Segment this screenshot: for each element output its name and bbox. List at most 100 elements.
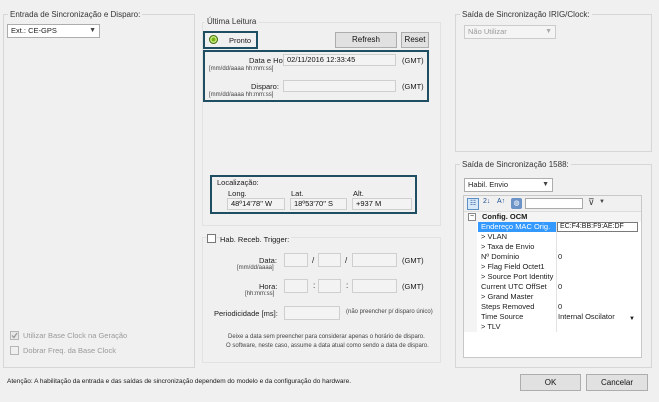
trigger-reading-field: [283, 80, 396, 92]
time-separator: :: [313, 281, 316, 290]
alt-label: Alt.: [353, 189, 364, 198]
input-sync-group-title: Entrada de Sincronização e Disparo:: [8, 10, 143, 19]
trigger-date-label: Data:: [259, 256, 277, 265]
period-field[interactable]: [284, 306, 340, 320]
period-label: Periodicidade [ms]:: [214, 309, 278, 318]
input-source-select[interactable]: Ext.: CE-GPS ▼: [7, 24, 100, 38]
grid-row-key: > VLAN: [481, 232, 508, 241]
irig-select-value: Não Utilizar: [468, 27, 507, 36]
categorized-icon[interactable]: ☷: [467, 198, 479, 210]
datetime-field: 02/11/2016 12:33:45: [283, 54, 396, 66]
datetime-format: [mm/dd/aaaa hh:mm:ss]: [209, 66, 274, 72]
grid-search-input[interactable]: [525, 198, 583, 209]
enable-trigger-checkbox[interactable]: [207, 234, 216, 243]
trigger-note-line1: Deixe a data sem preencher para consider…: [228, 334, 425, 340]
grid-row[interactable]: > Taxa de Envio: [464, 242, 641, 252]
ptp-enable-select[interactable]: Habil. Envio ▼: [464, 178, 553, 192]
enable-trigger-label: Hab. Receb. Trigger:: [220, 235, 292, 244]
trigger-date-day[interactable]: [318, 253, 341, 267]
grid-row-key: > Taxa de Envio: [481, 242, 535, 251]
property-pages-icon[interactable]: ◍: [511, 198, 522, 209]
trigger-date-tz: (GMT): [402, 256, 424, 265]
chevron-down-icon: ▼: [89, 27, 96, 34]
trigger-time-hour[interactable]: [284, 279, 308, 293]
trigger-date-format: [mm/dd/aaaa]: [237, 265, 274, 271]
double-freq-label: Dobrar Freq. da Base Clock: [23, 346, 116, 355]
trigger-reading-format: [mm/dd/aaaa hh:mm:ss]: [209, 92, 274, 98]
long-field: 48º14'78" W: [227, 198, 285, 210]
reset-button[interactable]: Reset: [401, 32, 429, 48]
trigger-time-label: Hora:: [259, 282, 278, 291]
trigger-date-month[interactable]: [284, 253, 308, 267]
grid-row-key: Time Source: [481, 312, 524, 321]
footer-note: Atenção: A habilitação da entrada e das …: [7, 378, 352, 385]
grid-rows: Endereço MAC Orig. EC:F4:BB:F9:AE:DF > VLA…: [464, 222, 641, 332]
ok-button[interactable]: OK: [520, 374, 581, 391]
grid-row[interactable]: Time Source Internal Oscilator: [464, 312, 641, 322]
ptp-enable-value: Habil. Envio: [468, 180, 509, 189]
grid-category-label: Config. OCM: [482, 212, 528, 221]
grid-row-value: 0: [558, 282, 563, 291]
grid-row-key: > Grand Master: [481, 292, 534, 301]
irig-select[interactable]: Não Utilizar ▼: [464, 25, 556, 39]
property-grid[interactable]: ☷ 2↓ A↑ ◍ ⊽ ▼ − Config. OCM Endereço MAC…: [463, 195, 642, 358]
grid-row-key: > Source Port Identity: [481, 272, 554, 281]
grid-category-header[interactable]: − Config. OCM: [464, 212, 641, 222]
trigger-date-year[interactable]: [352, 253, 397, 267]
refresh-button[interactable]: Refresh: [335, 32, 397, 48]
trigger-reading-tz: (GMT): [402, 82, 424, 91]
grid-row-key: Endereço MAC Orig.: [478, 222, 556, 232]
grid-row-key: Steps Removed: [481, 302, 535, 311]
collapse-icon[interactable]: −: [468, 213, 476, 221]
grid-row-value: Internal Oscilator: [558, 312, 615, 321]
dropdown-arrow-icon[interactable]: ▼: [629, 316, 635, 322]
filter-icon[interactable]: ⊽: [588, 197, 595, 208]
grid-row-key: > Flag Field Octet1: [481, 262, 545, 271]
grid-row[interactable]: > TLV: [464, 322, 641, 332]
cancel-button[interactable]: Cancelar: [586, 374, 648, 391]
grid-row[interactable]: > VLAN: [464, 232, 641, 242]
lat-label: Lat.: [291, 189, 304, 198]
chevron-down-icon[interactable]: ▼: [599, 199, 605, 205]
checkmark-icon: [11, 332, 18, 339]
use-base-clock-checkbox[interactable]: [10, 331, 19, 340]
grid-row-value: 0: [558, 252, 563, 261]
grid-row-value: 0: [558, 302, 563, 311]
trigger-time-second[interactable]: [352, 279, 397, 293]
date-separator: /: [345, 256, 348, 265]
trigger-time-format: [hh:mm:ss]: [245, 291, 275, 297]
date-separator: /: [312, 256, 315, 265]
sort-alpha-icon[interactable]: 2↓: [483, 198, 490, 205]
input-sync-group: Entrada de Sincronização e Disparo:: [3, 10, 195, 368]
double-freq-checkbox[interactable]: [10, 346, 19, 355]
grid-row-value: EC:F4:BB:F9:AE:DF: [557, 222, 638, 232]
grid-row[interactable]: Current UTC OffSet 0: [464, 282, 641, 292]
long-label: Long.: [228, 189, 247, 198]
property-grid-toolbar: ☷ 2↓ A↑ ◍ ⊽ ▼: [464, 196, 641, 212]
status-ok-icon: [209, 35, 218, 44]
chevron-down-icon: ▼: [545, 28, 552, 35]
input-source-value: Ext.: CE-GPS: [11, 26, 57, 35]
grid-row-key: Nº Domínio: [481, 252, 520, 261]
grid-row[interactable]: Steps Removed 0: [464, 302, 641, 312]
grid-row[interactable]: > Grand Master: [464, 292, 641, 302]
location-label: Localização:: [217, 178, 259, 187]
time-separator: :: [346, 281, 349, 290]
alt-field: +937 M: [352, 198, 412, 210]
lat-field: 18º53'70" S: [290, 198, 347, 210]
grid-row[interactable]: Nº Domínio 0: [464, 252, 641, 262]
trigger-time-minute[interactable]: [318, 279, 341, 293]
last-reading-title: Última Leitura: [205, 17, 259, 26]
grid-row[interactable]: > Source Port Identity: [464, 272, 641, 282]
grid-row-key: > TLV: [481, 322, 501, 331]
ptp-group-title: Saída de Sincronização 1588:: [460, 160, 571, 169]
chevron-down-icon: ▼: [542, 181, 549, 188]
sort-reverse-icon[interactable]: A↑: [497, 198, 505, 205]
period-note: (não preencher p/ disparo único): [346, 309, 433, 315]
datetime-tz: (GMT): [402, 56, 424, 65]
trigger-reading-label: Disparo:: [251, 82, 279, 91]
grid-row[interactable]: Endereço MAC Orig. EC:F4:BB:F9:AE:DF: [464, 222, 641, 232]
status-label: Pronto: [229, 36, 252, 45]
grid-row-key: Current UTC OffSet: [481, 282, 547, 291]
grid-row[interactable]: > Flag Field Octet1: [464, 262, 641, 272]
